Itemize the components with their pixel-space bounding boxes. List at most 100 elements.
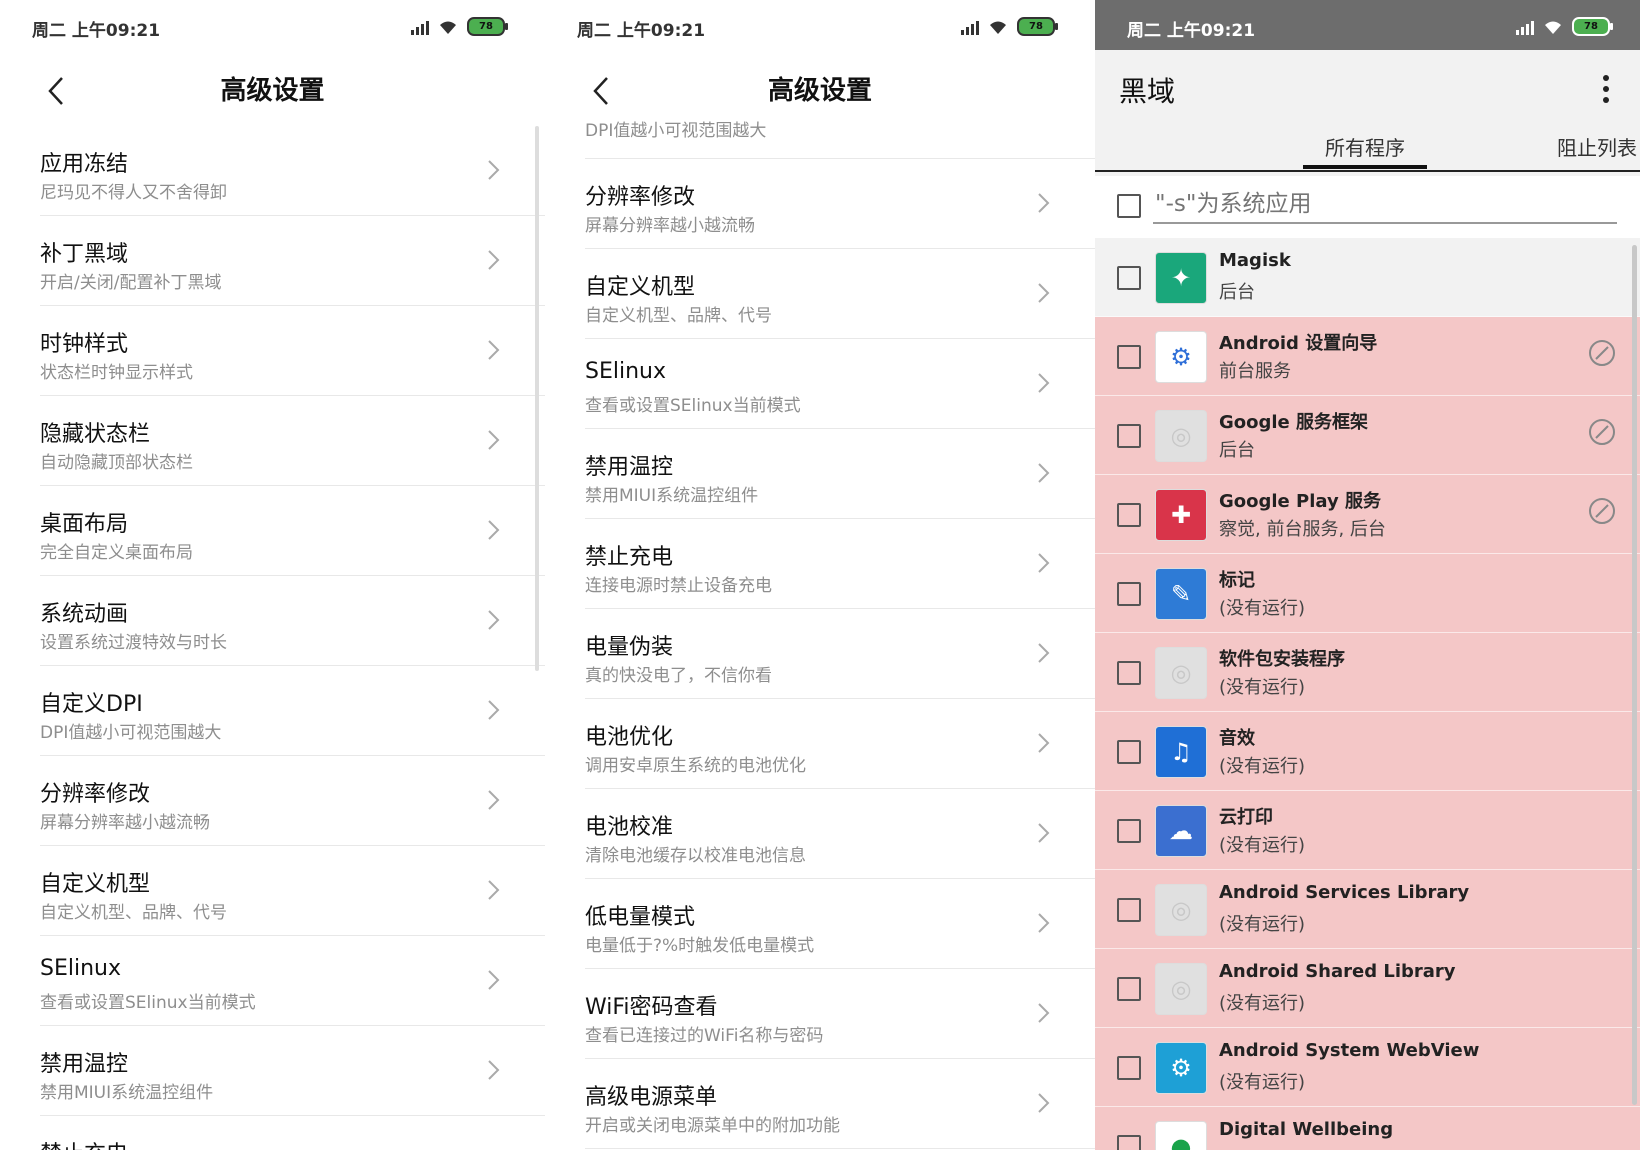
- settings-list: 分辨率修改 屏幕分辨率越小越流畅 自定义机型 自定义机型、品牌、代号 SElinux 查看…: [545, 159, 1095, 1149]
- app-checkbox[interactable]: [1117, 740, 1141, 764]
- tab-all-apps[interactable]: 所有程序: [1303, 132, 1427, 169]
- app-checkbox[interactable]: [1117, 1056, 1141, 1080]
- settings-item[interactable]: 桌面布局完全自定义桌面布局: [0, 486, 545, 576]
- item-title: WiFi密码查看: [585, 995, 718, 1020]
- app-bar: 黑域: [1095, 50, 1640, 128]
- item-title: 应用冻结: [40, 152, 129, 177]
- block-icon[interactable]: [1588, 418, 1616, 446]
- app-name: 云打印: [1219, 807, 1273, 828]
- settings-item[interactable]: 自定义DPI DPI值越小可视范围越大: [0, 666, 545, 756]
- item-title: 隐藏状态栏: [40, 422, 151, 447]
- item-subtitle: 自定义机型、品牌、代号: [40, 903, 227, 923]
- scrollbar[interactable]: [1632, 245, 1637, 1105]
- settings-item[interactable]: 分辨率修改 屏幕分辨率越小越流畅: [0, 756, 545, 846]
- app-row[interactable]: ◎ Android Services Library (没有运行): [1095, 870, 1640, 949]
- item-title: 电池优化: [585, 725, 674, 750]
- settings-item[interactable]: 低电量模式 电量低于?%时触发低电量模式: [545, 879, 1095, 969]
- chevron-right-icon: [1038, 733, 1050, 753]
- app-row[interactable]: ⚙ Android 设置向导 前台服务: [1095, 317, 1640, 396]
- app-checkbox[interactable]: [1117, 898, 1141, 922]
- app-row[interactable]: ⚙ Android System WebView (没有运行): [1095, 1028, 1640, 1107]
- webview-gear-icon: ⚙: [1155, 1042, 1207, 1094]
- signal-icon: [1516, 19, 1534, 35]
- app-row[interactable]: ☁ 云打印 (没有运行): [1095, 791, 1640, 870]
- default-app-icon: ◎: [1155, 410, 1207, 462]
- app-row[interactable]: ✦ Magisk 后台: [1095, 238, 1640, 317]
- filter-input[interactable]: [1153, 186, 1617, 224]
- settings-item[interactable]: 隐藏状态栏 自动隐藏顶部状态栏: [0, 396, 545, 486]
- scrollbar[interactable]: [535, 126, 539, 671]
- block-icon[interactable]: [1588, 497, 1616, 525]
- item-title: 禁用温控: [585, 455, 674, 480]
- filter-row: [1095, 176, 1640, 238]
- app-checkbox[interactable]: [1117, 345, 1141, 369]
- settings-item[interactable]: 系统动画 设置系统过渡特效与时长: [0, 576, 545, 666]
- item-title: 桌面布局: [40, 512, 129, 537]
- settings-item[interactable]: SElinux 查看或设置SElinux当前模式: [545, 339, 1095, 429]
- status-bar: 周二 上午09:21 78: [1095, 0, 1640, 50]
- item-subtitle: 连接电源时禁止设备充电: [585, 576, 772, 596]
- app-checkbox[interactable]: [1117, 582, 1141, 606]
- app-checkbox[interactable]: [1117, 266, 1141, 290]
- tab-block-list[interactable]: 阻止列表: [1557, 132, 1637, 161]
- settings-item[interactable]: 电池优化调用安卓原生系统的电池优化: [545, 699, 1095, 789]
- pen-icon: ✎: [1155, 568, 1207, 620]
- settings-item[interactable]: 自定义机型 自定义机型、品牌、代号: [545, 249, 1095, 339]
- app-title: 黑域: [1119, 75, 1176, 108]
- app-row[interactable]: ● Digital Wellbeing: [1095, 1107, 1640, 1150]
- block-icon[interactable]: [1588, 339, 1616, 367]
- settings-item[interactable]: 应用冻结 尼玛见不得人又不舍得卸: [0, 126, 545, 216]
- item-subtitle: 完全自定义桌面布局: [40, 543, 193, 563]
- chevron-right-icon: [488, 340, 500, 360]
- app-row[interactable]: ◎ Android Shared Library (没有运行): [1095, 949, 1640, 1028]
- app-row[interactable]: ◎ Google 服务框架 后台: [1095, 396, 1640, 475]
- app-checkbox[interactable]: [1117, 424, 1141, 448]
- item-subtitle: DPI值越小可视范围越大: [40, 723, 222, 743]
- item-subtitle: 设置系统过渡特效与时长: [40, 633, 227, 653]
- app-row[interactable]: ✚ Google Play 服务 察觉, 前台服务, 后台: [1095, 475, 1640, 554]
- app-state: (没有运行): [1219, 914, 1306, 935]
- settings-item[interactable]: 电量伪装 真的快没电了，不信你看: [545, 609, 1095, 699]
- settings-item[interactable]: 禁用温控 禁用MIUI系统温控组件: [545, 429, 1095, 519]
- app-row[interactable]: ✎ 标记 (没有运行): [1095, 554, 1640, 633]
- app-state: 后台: [1219, 282, 1255, 303]
- settings-item[interactable]: 自定义机型自定义机型、品牌、代号: [0, 846, 545, 936]
- app-state: (没有运行): [1219, 993, 1306, 1014]
- app-state: (没有运行): [1219, 835, 1306, 856]
- settings-item[interactable]: WiFi密码查看查看已连接过的WiFi名称与密码: [545, 969, 1095, 1059]
- app-row[interactable]: ♫ 音效 (没有运行): [1095, 712, 1640, 791]
- app-checkbox[interactable]: [1117, 819, 1141, 843]
- settings-item[interactable]: 时钟样式 状态栏时钟显示样式: [0, 306, 545, 396]
- app-checkbox[interactable]: [1117, 977, 1141, 1001]
- settings-item[interactable]: 补丁黑域 开启/关闭/配置补丁黑域: [0, 216, 545, 306]
- settings-item[interactable]: 禁止充电: [0, 1116, 545, 1150]
- item-subtitle: 开启/关闭/配置补丁黑域: [40, 273, 222, 293]
- item-subtitle: 查看已连接过的WiFi名称与密码: [585, 1026, 824, 1046]
- default-app-icon: ◎: [1155, 647, 1207, 699]
- app-checkbox[interactable]: [1117, 503, 1141, 527]
- chevron-right-icon: [1038, 193, 1050, 213]
- app-checkbox[interactable]: [1117, 661, 1141, 685]
- settings-item[interactable]: 电池校准 清除电池缓存以校准电池信息: [545, 789, 1095, 879]
- chevron-right-icon: [488, 160, 500, 180]
- settings-item[interactable]: 分辨率修改 屏幕分辨率越小越流畅: [545, 159, 1095, 249]
- app-checkbox[interactable]: [1117, 1135, 1141, 1150]
- chevron-right-icon: [488, 430, 500, 450]
- app-row[interactable]: ◎ 软件包安装程序 (没有运行): [1095, 633, 1640, 712]
- partial-item-sub: DPI值越小可视范围越大: [585, 121, 767, 140]
- app-name: 标记: [1219, 570, 1255, 591]
- app-name: Google Play 服务: [1219, 491, 1381, 512]
- settings-item[interactable]: 禁用温控 禁用MIUI系统温控组件: [0, 1026, 545, 1116]
- settings-item[interactable]: 禁止充电 连接电源时禁止设备充电: [545, 519, 1095, 609]
- chevron-right-icon: [1038, 553, 1050, 573]
- item-title: 时钟样式: [40, 332, 129, 357]
- item-title: 禁止充电: [40, 1136, 128, 1150]
- settings-item[interactable]: SElinux 查看或设置SElinux当前模式: [0, 936, 545, 1026]
- settings-item[interactable]: 高级电源菜单 开启或关闭电源菜单中的附加功能: [545, 1059, 1095, 1149]
- more-vert-icon[interactable]: [1602, 74, 1610, 104]
- item-title: 自定义机型: [40, 872, 151, 897]
- wellbeing-icon: ●: [1155, 1121, 1207, 1150]
- item-subtitle: 调用安卓原生系统的电池优化: [585, 756, 806, 776]
- item-subtitle: 真的快没电了，不信你看: [585, 666, 772, 686]
- select-all-checkbox[interactable]: [1117, 194, 1141, 218]
